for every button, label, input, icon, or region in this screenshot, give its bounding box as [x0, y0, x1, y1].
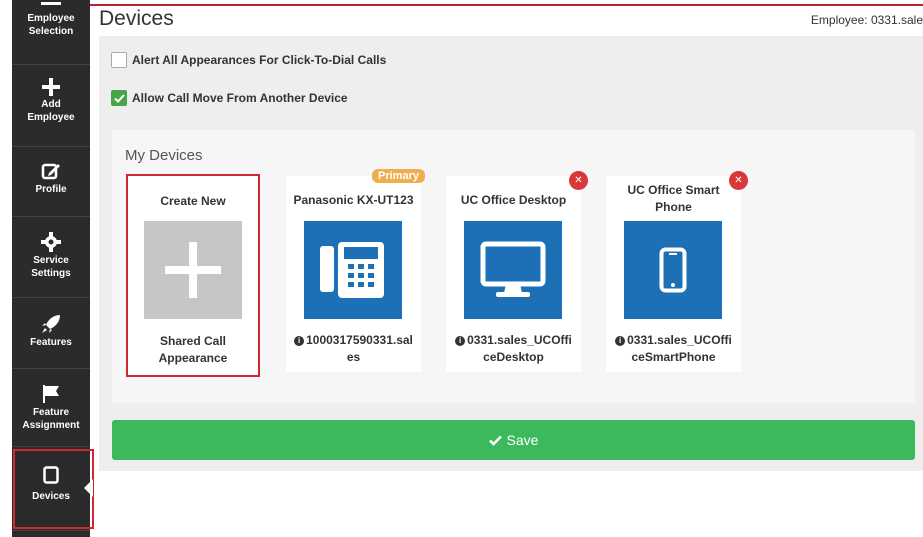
alert-all-option[interactable]: Alert All Appearances For Click-To-Dial …: [111, 52, 386, 68]
alert-all-checkbox[interactable]: [111, 52, 127, 68]
sidebar-item-add-employee[interactable]: Add Employee: [12, 78, 90, 124]
primary-badge: Primary: [372, 169, 425, 183]
device-card-uc-desktop[interactable]: UC Office Desktop i 0331.sales_UCOffi ceDe…: [446, 176, 581, 372]
employee-label: Employee: 0331.sale: [810, 13, 923, 27]
allow-move-label: Allow Call Move From Another Device: [132, 91, 348, 105]
devices-highlight-frame: [13, 449, 94, 529]
card-title: UC Office Smart Phone: [627, 183, 720, 214]
info-icon: i: [455, 336, 466, 346]
save-label: Save: [506, 432, 539, 448]
info-icon: i: [615, 336, 626, 346]
sidebar-item-feature-assignment[interactable]: Feature Assignment: [12, 384, 90, 432]
header-rule: [90, 4, 923, 6]
sidebar-item-features[interactable]: Features: [12, 314, 90, 349]
sidebar-item-label: Profile: [35, 184, 67, 195]
plus-icon: [42, 78, 60, 96]
sidebar-item-label: Add Employee: [27, 99, 75, 123]
sidebar-item-label: Feature Assignment: [22, 407, 80, 431]
remove-smartphone-button[interactable]: ✕: [729, 171, 748, 190]
desk-phone-tile: [304, 221, 402, 319]
plus-icon: [165, 242, 221, 298]
save-button[interactable]: Save: [112, 420, 915, 460]
edit-icon: [41, 163, 60, 180]
card-device-id: i 0331.sales_UCOffi ceSmartPhone: [606, 332, 741, 366]
card-subtitle: Shared Call Appearance: [158, 334, 228, 365]
allow-move-option[interactable]: Allow Call Move From Another Device: [111, 90, 348, 106]
card-title: UC Office Desktop: [460, 193, 567, 207]
smartphone-icon: [659, 247, 687, 293]
desktop-tile: [464, 221, 562, 319]
sidebar-item-profile[interactable]: Profile: [12, 161, 90, 196]
create-new-tile[interactable]: [144, 221, 242, 319]
card-device-id: i 0331.sales_UCOffi ceDesktop: [446, 332, 581, 366]
active-indicator: [84, 479, 93, 497]
list-icon: [41, 2, 61, 5]
rocket-icon: [42, 315, 60, 333]
sidebar-item-label: Service Settings: [31, 255, 71, 279]
alert-all-label: Alert All Appearances For Click-To-Dial …: [132, 53, 387, 67]
device-card-uc-smartphone[interactable]: UC Office Smart Phone i 0331.sales_UCOffi c…: [606, 176, 741, 372]
sidebar-item-employee-selection[interactable]: Employee Selection: [12, 0, 90, 38]
check-icon: [488, 435, 502, 446]
page-title: Devices: [99, 7, 174, 30]
card-title: Panasonic KX-UT123: [293, 193, 414, 207]
desk-phone-icon: [320, 242, 384, 298]
flag-icon: [43, 385, 59, 403]
monitor-icon: [480, 241, 546, 297]
card-device-id: i 1000317590331.sal es: [286, 332, 421, 366]
sidebar-item-label: Employee Selection: [27, 13, 75, 37]
my-devices-title: My Devices: [125, 147, 203, 164]
info-icon: i: [294, 336, 305, 346]
device-card-panasonic[interactable]: Panasonic KX-UT123 i 1000317590331.sal es: [286, 176, 421, 372]
remove-desktop-button[interactable]: ✕: [569, 171, 588, 190]
create-new-card[interactable]: Create New Shared Call Appearance: [126, 174, 260, 377]
gear-icon: [41, 232, 61, 252]
sidebar-item-service-settings[interactable]: Service Settings: [12, 232, 90, 280]
check-icon: [113, 93, 125, 103]
card-title: Create New: [160, 194, 226, 208]
allow-move-checkbox[interactable]: [111, 90, 127, 106]
sidebar-item-label: Features: [30, 337, 72, 348]
smartphone-tile: [624, 221, 722, 319]
